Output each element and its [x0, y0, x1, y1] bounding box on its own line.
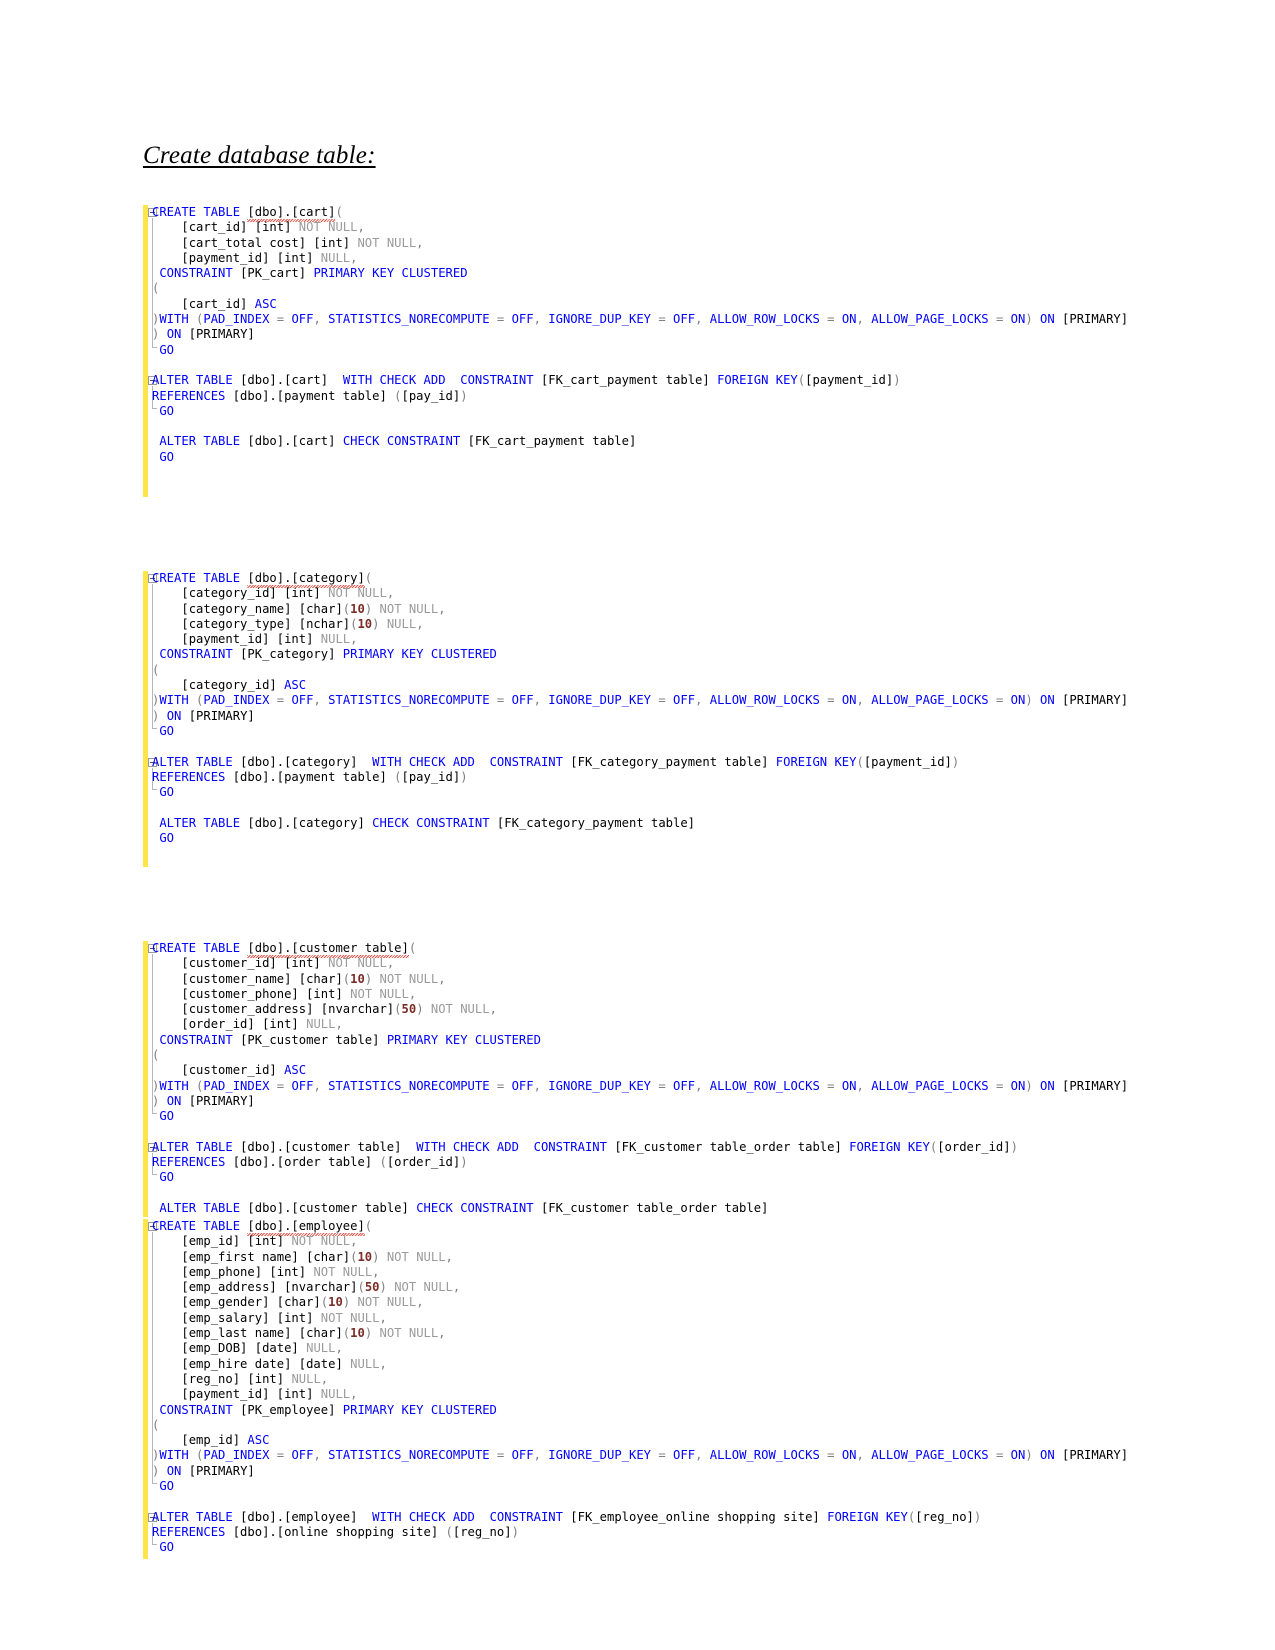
code-line: CONSTRAINT [PK_employee] PRIMARY KEY CLU… [159, 1402, 497, 1417]
code-line: [customer_name] [char](10) NOT NULL, [181, 971, 446, 986]
code-line: ( [152, 281, 160, 296]
code-line: [category_id] ASC [181, 678, 307, 693]
code-line: GO [159, 403, 175, 418]
code-line: [customer_address] [nvarchar](50) NOT NU… [181, 1002, 497, 1017]
code-lines-cart: CREATE TABLE [dbo].[cart]( [cart_id] [in… [152, 205, 1128, 465]
code-block-category: CREATE TABLE [dbo].[category]( [category… [143, 571, 1143, 867]
code-line: [payment_id] [int] NULL, [181, 250, 358, 265]
code-line: REFERENCES [dbo].[online shopping site] … [152, 1524, 519, 1539]
code-line: GO [159, 1170, 175, 1185]
code-line: GO [159, 342, 175, 357]
code-block-employee: CREATE TABLE [dbo].[employee]( [emp_id] … [143, 1219, 1143, 1559]
code-line: ( [152, 1048, 160, 1063]
code-line: [emp_address] [nvarchar](50) NOT NULL, [181, 1280, 461, 1295]
code-line: [emp_id] [int] NOT NULL, [181, 1234, 358, 1249]
code-line: [emp_hire date] [date] NULL, [181, 1356, 387, 1371]
code-line: CREATE TABLE [dbo].[employee]( [152, 1219, 373, 1237]
code-line: ALTER TABLE [dbo].[cart] CHECK CONSTRAIN… [159, 434, 637, 449]
code-line: [emp_last name] [char](10) NOT NULL, [181, 1326, 446, 1341]
code-line: )WITH (PAD_INDEX = OFF, STATISTICS_NOREC… [152, 312, 1129, 327]
code-line: )WITH (PAD_INDEX = OFF, STATISTICS_NOREC… [152, 1448, 1129, 1463]
code-line: ) ON [PRIMARY] [152, 327, 255, 342]
code-line: ( [152, 662, 160, 677]
code-line: CONSTRAINT [PK_category] PRIMARY KEY CLU… [159, 647, 497, 662]
code-line: REFERENCES [dbo].[payment table] ([pay_i… [152, 388, 468, 403]
code-line: ALTER TABLE [dbo].[customer table] CHECK… [159, 1201, 769, 1216]
code-line: ALTER TABLE [dbo].[cart] WITH CHECK ADD … [152, 373, 901, 388]
code-line: )WITH (PAD_INDEX = OFF, STATISTICS_NOREC… [152, 1078, 1129, 1093]
code-line: GO [159, 785, 175, 800]
code-line: [customer_id] ASC [181, 1063, 307, 1078]
code-line: GO [159, 1479, 175, 1494]
code-line: [customer_phone] [int] NOT NULL, [181, 986, 417, 1001]
code-line: [cart_id] [int] NOT NULL, [181, 220, 365, 235]
code-line: [customer_id] [int] NOT NULL, [181, 956, 395, 971]
code-block-customer-table: CREATE TABLE [dbo].[customer table]( [cu… [143, 941, 1143, 1217]
code-line: GO [159, 831, 175, 846]
code-line: ) ON [PRIMARY] [152, 708, 255, 723]
code-line: REFERENCES [dbo].[order table] ([order_i… [152, 1155, 468, 1170]
code-line: CREATE TABLE [dbo].[customer table]( [152, 941, 417, 959]
code-line: [emp_id] ASC [181, 1433, 270, 1448]
code-line: [category_id] [int] NOT NULL, [181, 586, 395, 601]
code-line: GO [159, 449, 175, 464]
code-line: [emp_first name] [char](10) NOT NULL, [181, 1249, 453, 1264]
code-line: [payment_id] [int] NULL, [181, 1387, 358, 1402]
code-lines-employee: CREATE TABLE [dbo].[employee]( [emp_id] … [152, 1219, 1128, 1556]
code-line: GO [159, 1540, 175, 1555]
code-line: CONSTRAINT [PK_cart] PRIMARY KEY CLUSTER… [159, 266, 468, 281]
code-line: REFERENCES [dbo].[payment table] ([pay_i… [152, 769, 468, 784]
code-line: [emp_phone] [int] NOT NULL, [181, 1264, 380, 1279]
code-line: CREATE TABLE [dbo].[cart]( [152, 205, 343, 223]
code-line: ALTER TABLE [dbo].[customer table] WITH … [152, 1139, 1018, 1154]
code-line: [reg_no] [int] NULL, [181, 1371, 329, 1386]
code-line: ) ON [PRIMARY] [152, 1093, 255, 1108]
code-line: [emp_DOB] [date] NULL, [181, 1341, 343, 1356]
page-title: Create database table: [143, 142, 376, 169]
code-line: CONSTRAINT [PK_customer table] PRIMARY K… [159, 1032, 541, 1047]
code-line: [payment_id] [int] NULL, [181, 632, 358, 647]
code-block-cart: CREATE TABLE [dbo].[cart]( [cart_id] [in… [143, 205, 1143, 497]
code-line: ) ON [PRIMARY] [152, 1463, 255, 1478]
code-line: [category_name] [char](10) NOT NULL, [181, 601, 446, 616]
code-line: ALTER TABLE [dbo].[category] WITH CHECK … [152, 754, 960, 769]
code-line: [emp_salary] [int] NOT NULL, [181, 1310, 387, 1325]
code-line: GO [159, 723, 175, 738]
code-line: [cart_id] ASC [181, 296, 277, 311]
code-line: GO [159, 1109, 175, 1124]
code-line: [order_id] [int] NULL, [181, 1017, 343, 1032]
code-line: [cart_total cost] [int] NOT NULL, [181, 235, 424, 250]
code-lines-customer-table: CREATE TABLE [dbo].[customer table]( [cu… [152, 941, 1128, 1216]
code-line: [category_type] [nchar](10) NULL, [181, 616, 424, 631]
code-line: ALTER TABLE [dbo].[category] CHECK CONST… [159, 815, 696, 830]
code-line: ALTER TABLE [dbo].[employee] WITH CHECK … [152, 1509, 982, 1524]
code-line: ( [152, 1417, 160, 1432]
code-line: )WITH (PAD_INDEX = OFF, STATISTICS_NOREC… [152, 693, 1129, 708]
code-line: CREATE TABLE [dbo].[category]( [152, 571, 373, 589]
code-lines-category: CREATE TABLE [dbo].[category]( [category… [152, 571, 1128, 846]
code-line: [emp_gender] [char](10) NOT NULL, [181, 1295, 424, 1310]
